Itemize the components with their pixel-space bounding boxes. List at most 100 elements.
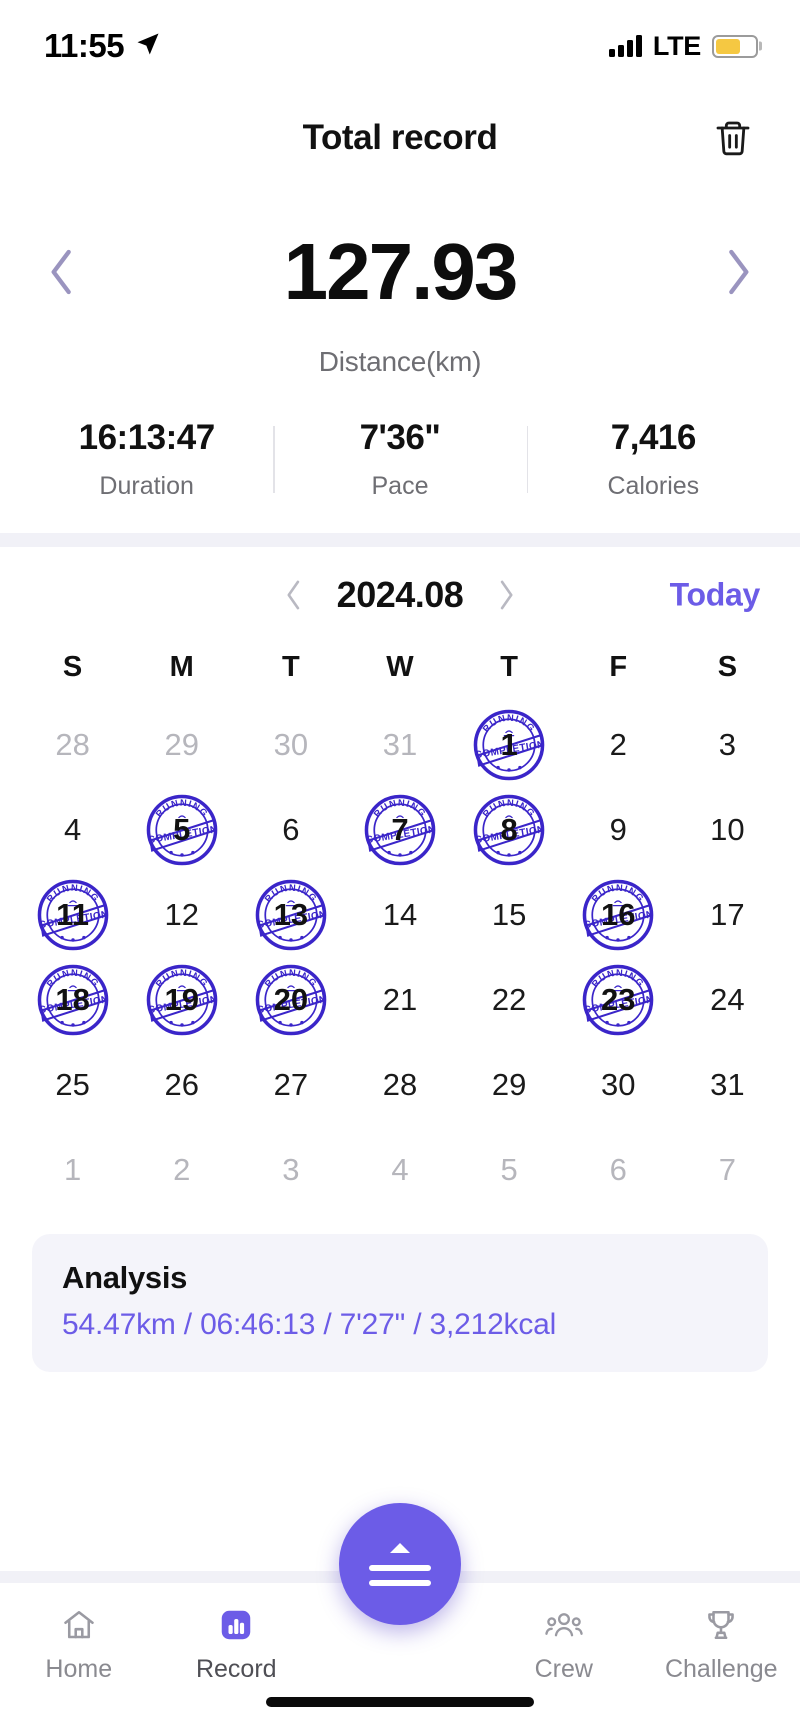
calendar-day-cell[interactable]: 6 bbox=[564, 1127, 673, 1212]
calendar-day-cell[interactable]: 17 bbox=[673, 872, 782, 957]
calendar-day-number: 31 bbox=[382, 726, 418, 762]
calendar-day-cell[interactable]: 31 bbox=[673, 1042, 782, 1127]
calendar-day-number: 18 bbox=[55, 981, 90, 1017]
status-bar: 11:55 LTE bbox=[0, 0, 800, 92]
trash-icon[interactable] bbox=[710, 115, 756, 161]
weekday-label: T bbox=[281, 651, 300, 683]
nav-item-challenge[interactable]: Challenge bbox=[643, 1607, 800, 1684]
calendar-day-cell[interactable]: 28 bbox=[345, 1042, 454, 1127]
distance-row: 127.93 bbox=[0, 212, 800, 332]
calendar-day-number: 5 bbox=[173, 811, 191, 847]
calendar-day-cell[interactable]: RUNNING COMPLETION 7 bbox=[345, 787, 454, 872]
calendar-day-number: 3 bbox=[282, 1151, 300, 1187]
calendar-day-cell[interactable]: 25 bbox=[18, 1042, 127, 1127]
calendar-prev-month-icon[interactable] bbox=[277, 578, 311, 612]
calendar-day-cell[interactable]: 7 bbox=[673, 1127, 782, 1212]
calendar-day-cell[interactable]: 5 bbox=[455, 1127, 564, 1212]
calendar-day-cell[interactable]: RUNNING COMPLETION 5 bbox=[127, 787, 236, 872]
calendar-day-cell[interactable]: 12 bbox=[127, 872, 236, 957]
total-distance-value: 127.93 bbox=[283, 227, 519, 316]
weekday-label: W bbox=[386, 651, 414, 683]
calendar-day-cell[interactable]: 2 bbox=[127, 1127, 236, 1212]
calendar-day-cell[interactable]: RUNNING COMPLETION 8 bbox=[455, 787, 564, 872]
calendar-day-cell[interactable]: 3 bbox=[236, 1127, 345, 1212]
calendar-day-cell[interactable]: 22 bbox=[455, 957, 564, 1042]
calendar-day-cell[interactable]: RUNNING COMPLETION 13 bbox=[236, 872, 345, 957]
calendar-day-cell[interactable]: RUNNING COMPLETION 16 bbox=[564, 872, 673, 957]
calendar-day-number: 28 bbox=[55, 726, 90, 762]
calendar-day-number: 7 bbox=[718, 1151, 737, 1187]
calendar-day-cell[interactable]: 26 bbox=[127, 1042, 236, 1127]
calendar-day-number: 15 bbox=[491, 896, 527, 932]
calendar-day-cell[interactable]: 30 bbox=[236, 702, 345, 787]
weekday-label: T bbox=[500, 651, 518, 683]
nav-item-record[interactable]: Record bbox=[158, 1607, 316, 1684]
calendar-day-cell[interactable]: 4 bbox=[345, 1127, 454, 1212]
calendar-day-number: 4 bbox=[63, 811, 82, 847]
stat-value: 7'36" bbox=[359, 418, 441, 457]
calendar-day-number: 28 bbox=[382, 1066, 418, 1102]
calendar-day-cell[interactable]: 29 bbox=[127, 702, 236, 787]
weekday-label: F bbox=[609, 651, 628, 683]
people-icon bbox=[545, 1607, 583, 1643]
calendar-day-number: 29 bbox=[164, 726, 199, 762]
calendar-day-cell[interactable]: 29 bbox=[455, 1042, 564, 1127]
calendar-day-cell[interactable]: 30 bbox=[564, 1042, 673, 1127]
calendar-day-cell[interactable]: RUNNING COMPLETION 1 bbox=[455, 702, 564, 787]
calendar-day-cell[interactable]: RUNNING COMPLETION 11 bbox=[18, 872, 127, 957]
chevron-left-icon[interactable] bbox=[32, 242, 92, 302]
calendar-day-number: 1 bbox=[63, 1151, 82, 1187]
calendar-day-cell[interactable]: 21 bbox=[345, 957, 454, 1042]
nav-item-label: Challenge bbox=[664, 1655, 778, 1683]
calendar-day-cell[interactable]: RUNNING COMPLETION 19 bbox=[127, 957, 236, 1042]
calendar-day-cell[interactable]: 14 bbox=[345, 872, 454, 957]
calendar-day-number: 20 bbox=[273, 981, 309, 1017]
today-button[interactable]: Today bbox=[670, 577, 761, 614]
calendar-day-number: 22 bbox=[491, 981, 527, 1017]
calendar-day-cell[interactable]: 6 bbox=[236, 787, 345, 872]
trophy-icon bbox=[703, 1607, 739, 1643]
calendar-next-month-icon[interactable] bbox=[489, 578, 523, 612]
calendar-day-cell[interactable]: 10 bbox=[673, 787, 782, 872]
app-screen: 11:55 LTE Total record 127.93 Distance(k… bbox=[0, 0, 800, 1733]
calendar-day-cell[interactable]: 15 bbox=[455, 872, 564, 957]
calendar-day-cell[interactable]: RUNNING COMPLETION 18 bbox=[18, 957, 127, 1042]
calendar-month-nav: 2024.08 bbox=[277, 574, 524, 616]
calendar-day-cell[interactable]: 1 bbox=[18, 1127, 127, 1212]
stat-value: 7,416 bbox=[610, 418, 697, 457]
weekday-label: M bbox=[169, 651, 194, 683]
calendar-day-cell[interactable]: 2 bbox=[564, 702, 673, 787]
calendar-day-cell[interactable]: RUNNING COMPLETION 20 bbox=[236, 957, 345, 1042]
calendar-day-cell[interactable]: 27 bbox=[236, 1042, 345, 1127]
analysis-card[interactable]: Analysis 54.47km / 06:46:13 / 7'27" / 3,… bbox=[32, 1234, 768, 1372]
calendar-day-number: 16 bbox=[601, 896, 636, 932]
calendar-day-cell[interactable]: 28 bbox=[18, 702, 127, 787]
analysis-title: Analysis bbox=[62, 1260, 188, 1295]
hamburger-menu-icon bbox=[369, 1564, 431, 1586]
stat-calories: 7,416 Calories bbox=[526, 418, 780, 501]
nav-item-home[interactable]: Home bbox=[0, 1607, 158, 1684]
stat-label: Calories bbox=[607, 472, 700, 500]
bar-chart-icon bbox=[218, 1607, 254, 1643]
calendar-day-cell[interactable]: 3 bbox=[673, 702, 782, 787]
status-bar-left: 11:55 bbox=[44, 27, 162, 65]
calendar-day-cell[interactable]: 24 bbox=[673, 957, 782, 1042]
calendar-day-number: 7 bbox=[391, 811, 409, 847]
chevron-right-icon[interactable] bbox=[708, 242, 768, 302]
distance-unit-label: Distance(km) bbox=[318, 346, 482, 377]
calendar-day-cell[interactable]: RUNNING COMPLETION 23 bbox=[564, 957, 673, 1042]
calendar-day-number: 27 bbox=[273, 1066, 309, 1102]
stat-label: Duration bbox=[99, 472, 194, 500]
calendar-day-cell[interactable]: 31 bbox=[345, 702, 454, 787]
summary-section: 127.93 Distance(km) 16:13:47 Duration 7'… bbox=[0, 184, 800, 501]
section-divider bbox=[0, 533, 800, 547]
calendar-day-cell[interactable]: 4 bbox=[18, 787, 127, 872]
calendar-day-number: 12 bbox=[164, 896, 199, 932]
nav-item-crew[interactable]: Crew bbox=[485, 1607, 643, 1684]
calendar-month-label: 2024.08 bbox=[336, 574, 464, 615]
nav-item-label: Home bbox=[45, 1655, 113, 1683]
floating-action-button[interactable] bbox=[339, 1503, 461, 1625]
weekday-header-row: S M T W T F S bbox=[18, 651, 782, 684]
calendar-day-cell[interactable]: 9 bbox=[564, 787, 673, 872]
page-title: Total record bbox=[302, 118, 498, 157]
